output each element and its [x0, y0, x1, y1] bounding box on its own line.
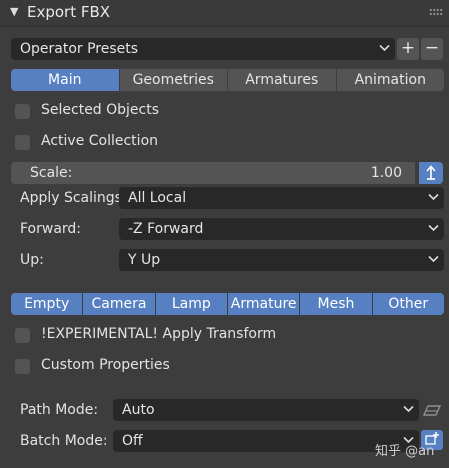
type-armature-toggle[interactable]: Armature [227, 293, 300, 315]
export-section-tabs: Main Geometries Armatures Animation [11, 69, 444, 91]
forward-axis-value: -Z Forward [128, 221, 204, 237]
apply-transform-checkbox[interactable] [15, 328, 30, 343]
collapse-triangle-icon[interactable]: ▼ [10, 5, 18, 18]
active-collection-checkbox[interactable] [15, 135, 30, 150]
type-lamp-toggle[interactable]: Lamp [155, 293, 227, 315]
export-fbx-panel: ▼ Export FBX Operator Presets + − Main G… [0, 0, 449, 468]
add-preset-button[interactable]: + [397, 38, 419, 60]
type-empty-toggle[interactable]: Empty [11, 293, 83, 315]
active-collection-label: Active Collection [41, 133, 159, 149]
custom-properties-checkbox[interactable] [15, 359, 30, 374]
path-mode-label: Path Mode: [20, 402, 99, 418]
chevron-down-icon [428, 224, 439, 232]
selected-objects-label: Selected Objects [41, 102, 160, 118]
chevron-down-icon [379, 44, 390, 52]
scale-value: 1.00 [370, 165, 402, 181]
up-down-arrow-icon [426, 165, 436, 180]
drag-grip-icon[interactable] [429, 8, 443, 16]
panel-title: Export FBX [27, 3, 111, 21]
scale-label: Scale: [30, 165, 73, 181]
tab-armatures[interactable]: Armatures [228, 69, 336, 91]
chevron-down-icon [403, 405, 414, 413]
apply-scalings-value: All Local [128, 190, 187, 206]
batch-mode-label: Batch Mode: [20, 433, 108, 449]
scale-field[interactable]: Scale: 1.00 [11, 162, 415, 184]
up-label: Up: [20, 252, 44, 268]
tab-main[interactable]: Main [11, 69, 119, 91]
up-axis-value: Y Up [128, 252, 161, 268]
up-axis-dropdown[interactable]: Y Up [119, 249, 444, 271]
scale-toggle-button[interactable] [419, 162, 443, 184]
forward-axis-dropdown[interactable]: -Z Forward [119, 218, 444, 240]
path-mode-value: Auto [122, 402, 155, 418]
embed-textures-icon[interactable] [421, 401, 443, 419]
tab-geometries[interactable]: Geometries [119, 69, 227, 91]
forward-label: Forward: [20, 221, 82, 237]
batch-mode-value: Off [122, 433, 143, 449]
watermark: 知乎 @an [375, 444, 435, 459]
apply-scalings-label: Apply Scalings: [20, 190, 127, 206]
tab-animation[interactable]: Animation [336, 69, 444, 91]
path-mode-dropdown[interactable]: Auto [113, 399, 419, 421]
apply-scalings-dropdown[interactable]: All Local [119, 187, 444, 209]
remove-preset-button[interactable]: − [421, 38, 443, 60]
chevron-down-icon [428, 193, 439, 201]
apply-transform-label: !EXPERIMENTAL! Apply Transform [41, 326, 277, 342]
operator-presets-value: Operator Presets [20, 41, 139, 57]
type-mesh-toggle[interactable]: Mesh [300, 293, 372, 315]
custom-properties-label: Custom Properties [41, 357, 170, 373]
selected-objects-checkbox[interactable] [15, 104, 30, 119]
type-other-toggle[interactable]: Other [372, 293, 444, 315]
panel-header[interactable]: ▼ Export FBX [0, 0, 449, 27]
object-types-toggles: Empty Camera Lamp Armature Mesh Other [11, 293, 444, 315]
chevron-down-icon [428, 255, 439, 263]
type-camera-toggle[interactable]: Camera [83, 293, 155, 315]
batch-mode-dropdown[interactable]: Off [113, 430, 419, 452]
operator-presets-dropdown[interactable]: Operator Presets [11, 38, 395, 60]
